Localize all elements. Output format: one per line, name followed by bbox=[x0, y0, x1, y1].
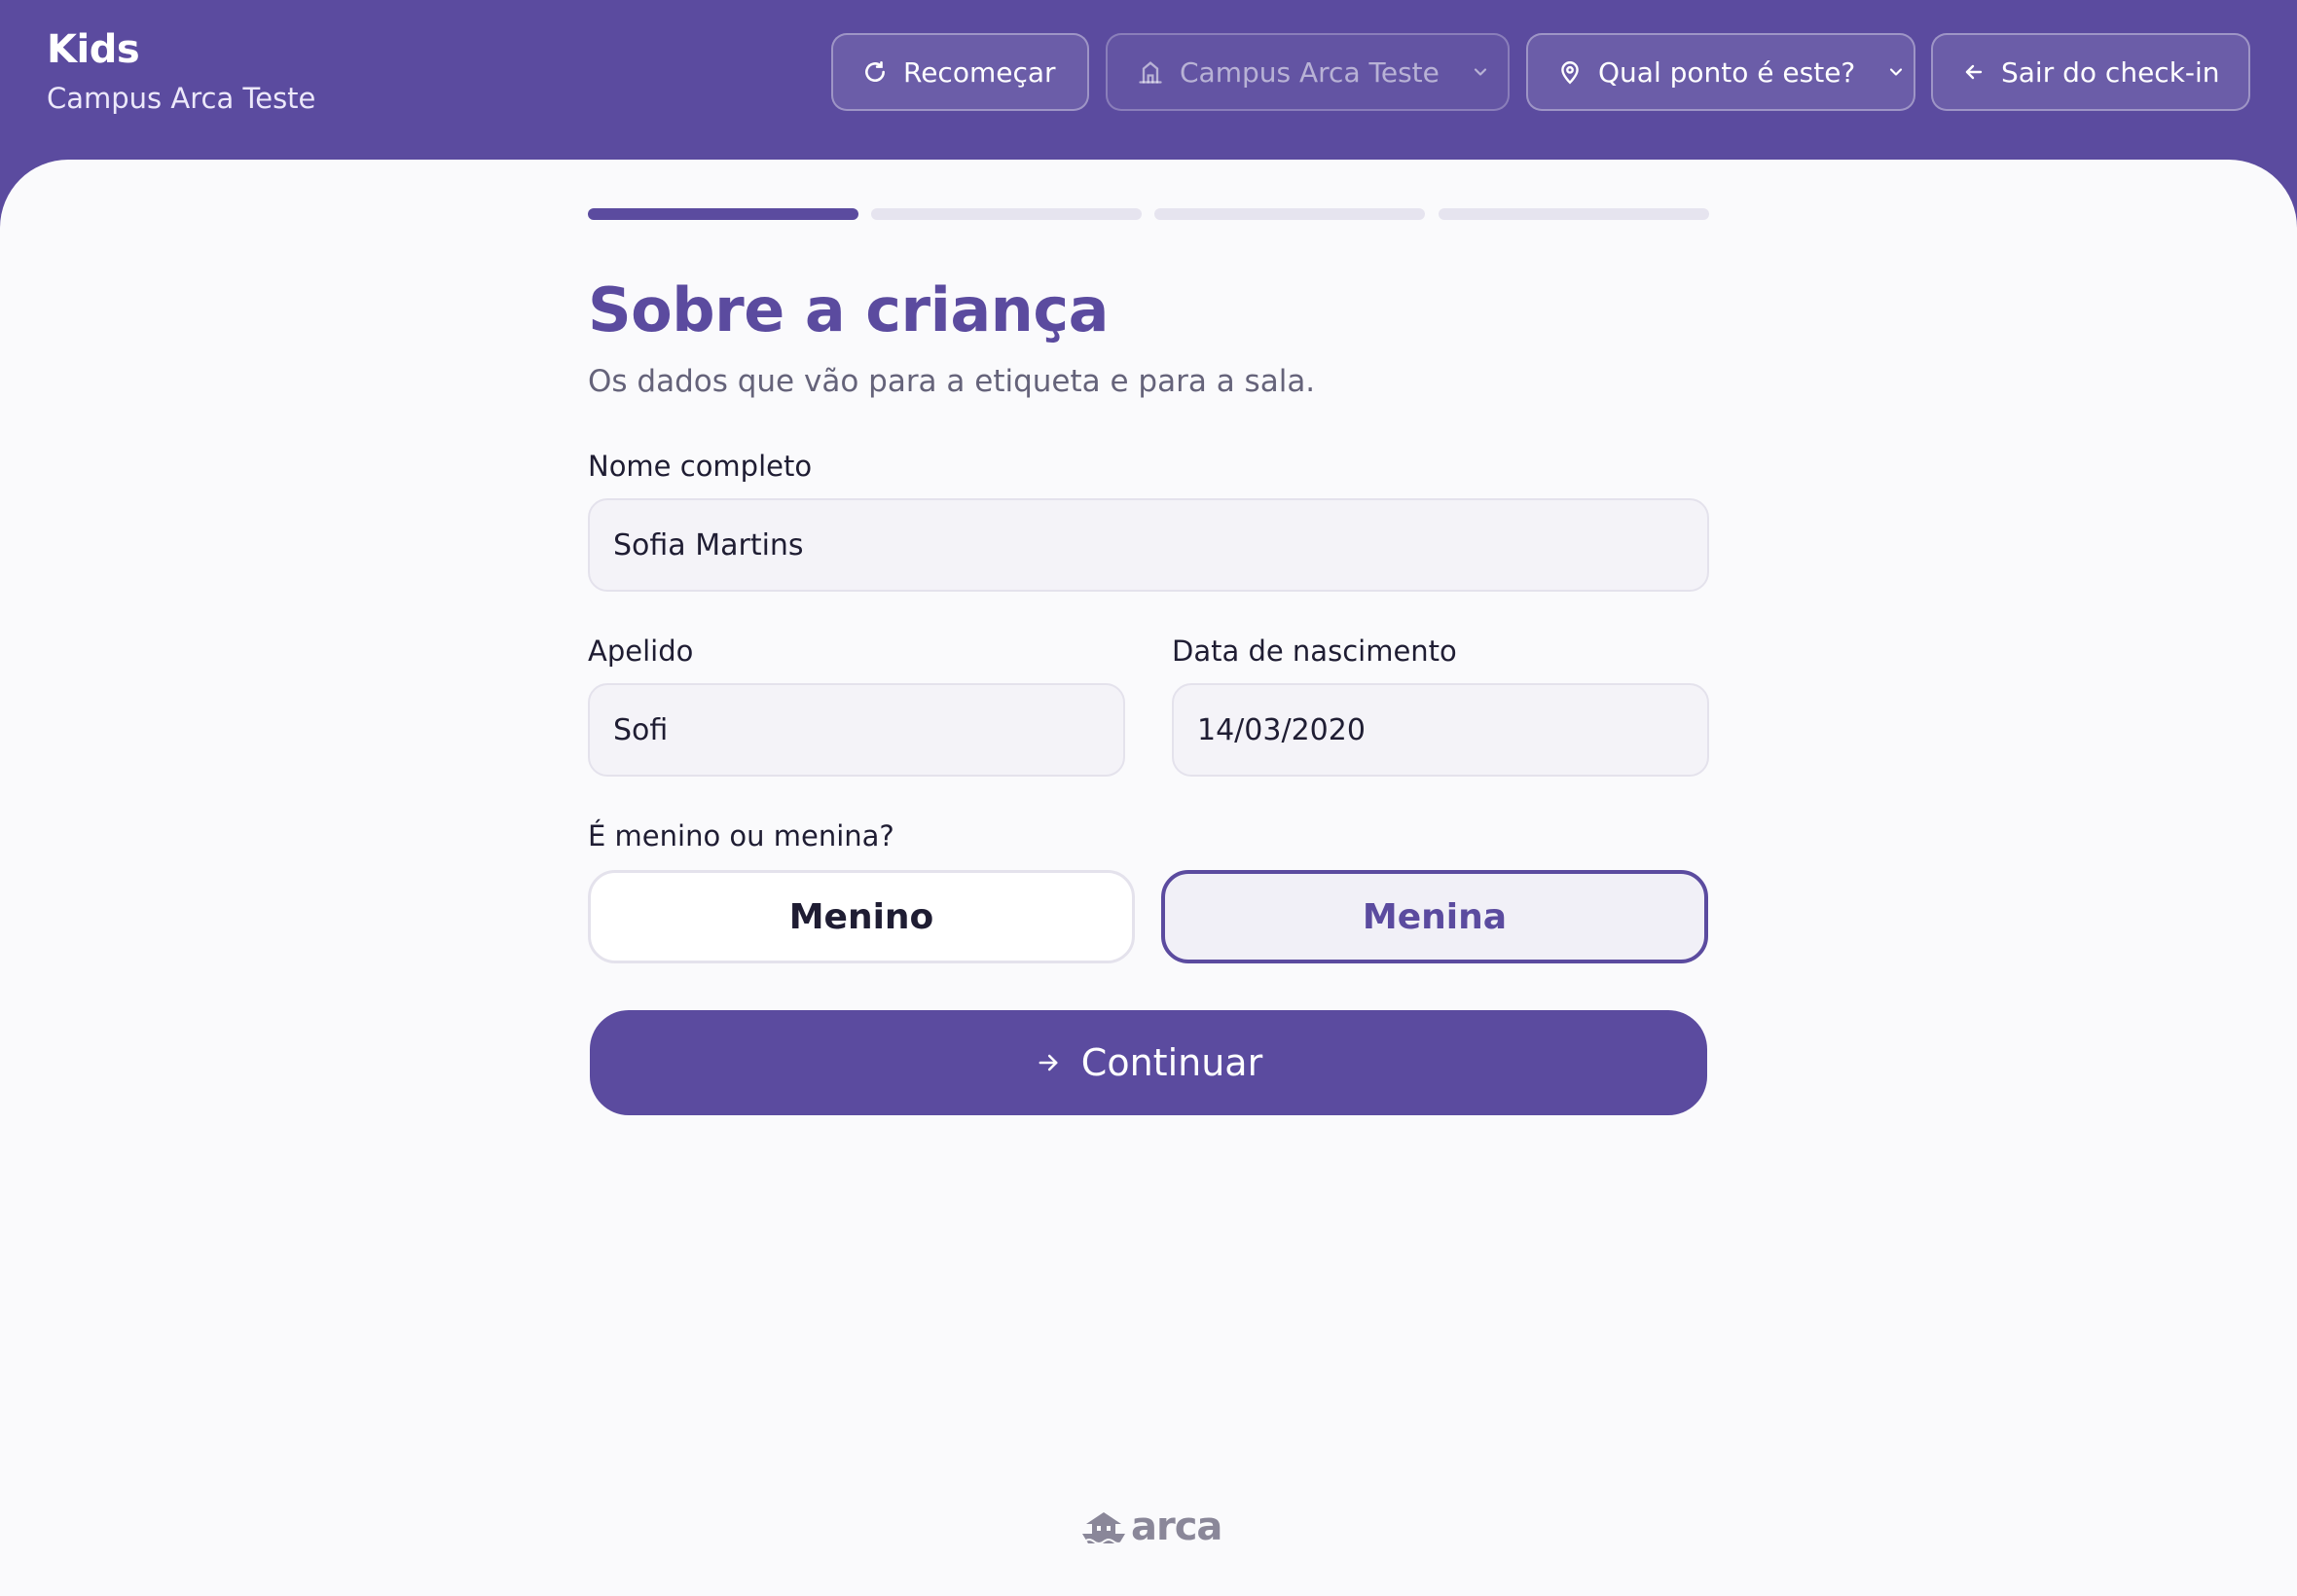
campus-select-value: Campus Arca Teste bbox=[1180, 55, 1440, 89]
app-title: Kids bbox=[47, 27, 140, 72]
gender-option-boy[interactable]: Menino bbox=[588, 870, 1135, 963]
location-pin-icon bbox=[1561, 61, 1579, 85]
arrow-right-icon bbox=[1039, 1054, 1058, 1071]
full-name-label: Nome completo bbox=[588, 450, 813, 483]
full-name-value: Sofia Martins bbox=[613, 527, 804, 562]
brand: Kids Campus Arca Teste bbox=[47, 27, 315, 115]
progress-step-2 bbox=[871, 208, 1142, 220]
logo-text: arca bbox=[1131, 1505, 1222, 1549]
nickname-label: Apelido bbox=[588, 635, 694, 668]
page-title: Sobre a criança bbox=[588, 274, 1109, 345]
main-panel: Sobre a criança Os dados que vão para a … bbox=[0, 160, 2297, 1596]
restart-label: Recomeçar bbox=[903, 55, 1056, 89]
point-select-value: Qual ponto é este? bbox=[1598, 55, 1856, 89]
chevron-down-icon bbox=[1474, 68, 1486, 76]
gender-label: É menino ou menina? bbox=[588, 819, 894, 852]
birth-date-field[interactable]: 14/03/2020 bbox=[1172, 683, 1709, 777]
refresh-icon bbox=[865, 60, 885, 83]
building-icon bbox=[1139, 61, 1162, 84]
point-select[interactable]: Qual ponto é este? bbox=[1526, 33, 1915, 111]
gender-option-girl[interactable]: Menina bbox=[1161, 870, 1708, 963]
chevron-down-icon bbox=[1890, 68, 1903, 76]
arrow-left-icon bbox=[1965, 64, 1983, 80]
arca-logo: arca bbox=[1080, 1505, 1222, 1549]
step-progress bbox=[588, 208, 1709, 220]
page-subtitle: Os dados que vão para a etiqueta e para … bbox=[588, 364, 1316, 399]
campus-name: Campus Arca Teste bbox=[47, 82, 316, 115]
progress-step-4 bbox=[1439, 208, 1709, 220]
restart-button[interactable]: Recomeçar bbox=[831, 33, 1089, 111]
exit-label: Sair do check-in bbox=[2001, 55, 2220, 89]
nickname-field[interactable]: Sofi bbox=[588, 683, 1125, 777]
birth-date-value: 14/03/2020 bbox=[1197, 712, 1366, 747]
birth-date-label: Data de nascimento bbox=[1172, 635, 1457, 668]
progress-step-3 bbox=[1154, 208, 1425, 220]
full-name-field[interactable]: Sofia Martins bbox=[588, 498, 1709, 592]
exit-checkin-button[interactable]: Sair do check-in bbox=[1931, 33, 2250, 111]
continue-button[interactable]: Continuar bbox=[590, 1010, 1707, 1115]
campus-select[interactable]: Campus Arca Teste bbox=[1106, 33, 1510, 111]
nickname-value: Sofi bbox=[613, 712, 669, 747]
continue-label: Continuar bbox=[1080, 1041, 1263, 1084]
ark-boat-icon bbox=[1082, 1512, 1125, 1544]
progress-step-1 bbox=[588, 208, 858, 220]
